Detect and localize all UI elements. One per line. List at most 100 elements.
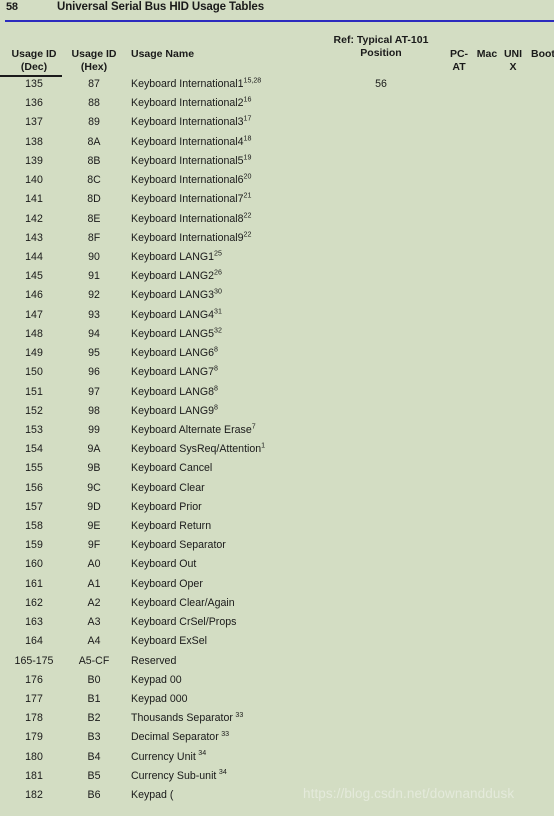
column-header-usage-id-hex-line1: Usage ID xyxy=(71,48,117,60)
cell-usage-name: Thousands Separator 33 xyxy=(131,710,244,725)
column-header-usage-id-hex-line2: (Hex) xyxy=(80,60,108,73)
cell-usage-id-hex: B0 xyxy=(87,673,101,686)
cell-usage-name-footnote: 33 xyxy=(235,710,244,719)
cell-usage-id-dec: 149 xyxy=(25,347,43,360)
cell-usage-name: Keyboard Clear xyxy=(131,481,205,494)
cell-usage-name-footnote: 8 xyxy=(214,403,218,412)
table-row: 155 9B Keyboard Cancel xyxy=(0,462,554,481)
cell-usage-id-dec: 157 xyxy=(25,500,43,513)
cell-usage-id-dec: 181 xyxy=(25,769,43,782)
cell-usage-id-hex: B5 xyxy=(87,769,101,782)
cell-usage-id-dec: 137 xyxy=(25,116,43,129)
cell-usage-id-dec: 180 xyxy=(25,750,43,763)
table-row: 154 9A Keyboard SysReq/Attention1 xyxy=(0,441,554,462)
cell-usage-id-hex: B6 xyxy=(87,789,101,802)
cell-usage-id-hex: 88 xyxy=(88,97,100,110)
cell-usage-name: Keyboard International115,28 xyxy=(131,76,262,90)
cell-usage-id-hex: 9C xyxy=(87,481,101,494)
table-row: 151 97 Keyboard LANG88 xyxy=(0,383,554,405)
table-row: 163 A3 Keyboard CrSel/Props xyxy=(0,616,554,635)
cell-usage-id-dec: 177 xyxy=(25,693,43,705)
cell-usage-id-dec: 164 xyxy=(25,635,43,648)
cell-usage-id-hex: 92 xyxy=(88,289,100,302)
cell-usage-name: Keyboard Return xyxy=(131,520,212,533)
cell-usage-name: Keyboard International620 xyxy=(131,172,252,187)
cell-usage-name: Keyboard LANG431 xyxy=(131,307,222,321)
cell-usage-name: Keyboard SysReq/Attention1 xyxy=(131,441,266,456)
cell-usage-id-hex: 8E xyxy=(87,212,101,225)
cell-usage-name-footnote: 8 xyxy=(214,364,218,373)
table-row: 144 90 Keyboard LANG125 xyxy=(0,250,554,270)
table-row: 159 9F Keyboard Separator xyxy=(0,539,554,558)
cell-usage-name: Keyboard LANG68 xyxy=(131,345,218,360)
cell-usage-name-footnote: 8 xyxy=(214,345,218,354)
cell-usage-id-hex: 90 xyxy=(88,250,100,263)
cell-usage-name-footnote: 21 xyxy=(243,191,252,200)
cell-usage-name: Keyboard Oper xyxy=(131,577,203,590)
table-body: 135 87 Keyboard International115,28 56 136 88… xyxy=(0,76,554,808)
column-header-boot: Boot xyxy=(531,48,554,60)
cell-at101-position: 56 xyxy=(375,78,387,90)
cell-usage-name: Keypad ( xyxy=(131,789,174,802)
cell-usage-name: Keyboard Cancel xyxy=(131,462,213,475)
cell-usage-name-footnote: 22 xyxy=(243,230,252,239)
cell-usage-id-dec: 151 xyxy=(25,385,43,398)
cell-usage-id-dec: 176 xyxy=(25,673,43,686)
column-header-unix-line1: UNI xyxy=(503,48,523,60)
cell-usage-name: Keyboard International721 xyxy=(131,191,252,206)
cell-usage-id-hex: 9E xyxy=(87,520,101,533)
cell-usage-id-dec: 160 xyxy=(25,558,43,571)
column-header-pc-at-line1: PC- xyxy=(449,48,469,60)
table-row: 182 B6 Keypad ( xyxy=(0,789,554,808)
cell-usage-id-dec: 141 xyxy=(25,193,43,206)
cell-usage-name-footnote: 34 xyxy=(198,749,207,758)
cell-usage-id-dec: 154 xyxy=(25,443,43,456)
column-header-pc-at: PC- AT xyxy=(444,48,474,73)
cell-usage-id-dec: 179 xyxy=(25,731,43,744)
cell-usage-name: Keyboard International418 xyxy=(131,134,252,148)
cell-usage-name: Keyboard International519 xyxy=(131,153,252,167)
cell-usage-id-hex: 9B xyxy=(87,462,101,475)
cell-usage-name: Keyboard LANG88 xyxy=(131,383,218,398)
cell-usage-id-hex: 9A xyxy=(87,443,101,456)
cell-usage-id-dec: 162 xyxy=(25,596,43,609)
column-header-position-line1: Ref: Typical AT-101 xyxy=(333,34,429,46)
cell-usage-name-footnote: 16 xyxy=(243,95,252,104)
cell-usage-id-dec: 146 xyxy=(25,289,43,302)
cell-usage-id-dec: 138 xyxy=(25,135,43,148)
table-row: 139 8B Keyboard International519 xyxy=(0,153,554,174)
table-row: 157 9D Keyboard Prior xyxy=(0,501,554,520)
table-row: 138 8A Keyboard International418 xyxy=(0,134,554,155)
table-row: 156 9C Keyboard Clear xyxy=(0,482,554,501)
table-row: 177 B1 Keypad 000 xyxy=(0,693,554,712)
cell-usage-name: Keyboard International822 xyxy=(131,211,252,225)
document-title: Universal Serial Bus HID Usage Tables xyxy=(57,1,265,13)
cell-usage-name-footnote: 1 xyxy=(261,441,266,450)
column-header-usage-id-hex: Usage ID (Hex) xyxy=(65,48,123,73)
cell-usage-id-hex: B4 xyxy=(87,750,101,763)
cell-usage-id-hex: A1 xyxy=(87,577,101,590)
column-header-unix: UNI X xyxy=(499,48,527,73)
table-row: 145 91 Keyboard LANG226 xyxy=(0,269,554,289)
cell-usage-id-dec: 182 xyxy=(25,789,43,802)
cell-usage-id-dec: 142 xyxy=(25,212,43,225)
table-row: 135 87 Keyboard International115,28 56 xyxy=(0,76,554,97)
cell-usage-name-footnote: 7 xyxy=(251,422,256,431)
page-number: 58 xyxy=(6,1,18,13)
table-row: 180 B4 Currency Unit 34 xyxy=(0,749,554,770)
cell-usage-name: Keyboard International922 xyxy=(131,230,252,244)
cell-usage-id-hex: B1 xyxy=(87,693,101,705)
cell-usage-name-footnote: 19 xyxy=(243,153,252,162)
column-header-unix-line2: X xyxy=(509,60,517,73)
cell-usage-id-dec: 159 xyxy=(25,539,43,552)
cell-usage-id-hex: 93 xyxy=(88,308,100,321)
cell-usage-id-hex: B3 xyxy=(87,731,101,744)
cell-usage-id-hex: 87 xyxy=(88,78,100,90)
cell-usage-name: Keyboard International317 xyxy=(131,114,252,129)
column-header-mac: Mac xyxy=(476,48,498,60)
cell-usage-id-hex: B2 xyxy=(87,712,101,725)
table-row: 176 B0 Keypad 00 xyxy=(0,674,554,693)
table-header-row: Usage ID (Dec) Usage ID (Hex) Usage Name… xyxy=(0,30,554,78)
cell-usage-name: Keyboard CrSel/Props xyxy=(131,616,237,629)
column-header-position-line2: Position xyxy=(360,46,402,59)
